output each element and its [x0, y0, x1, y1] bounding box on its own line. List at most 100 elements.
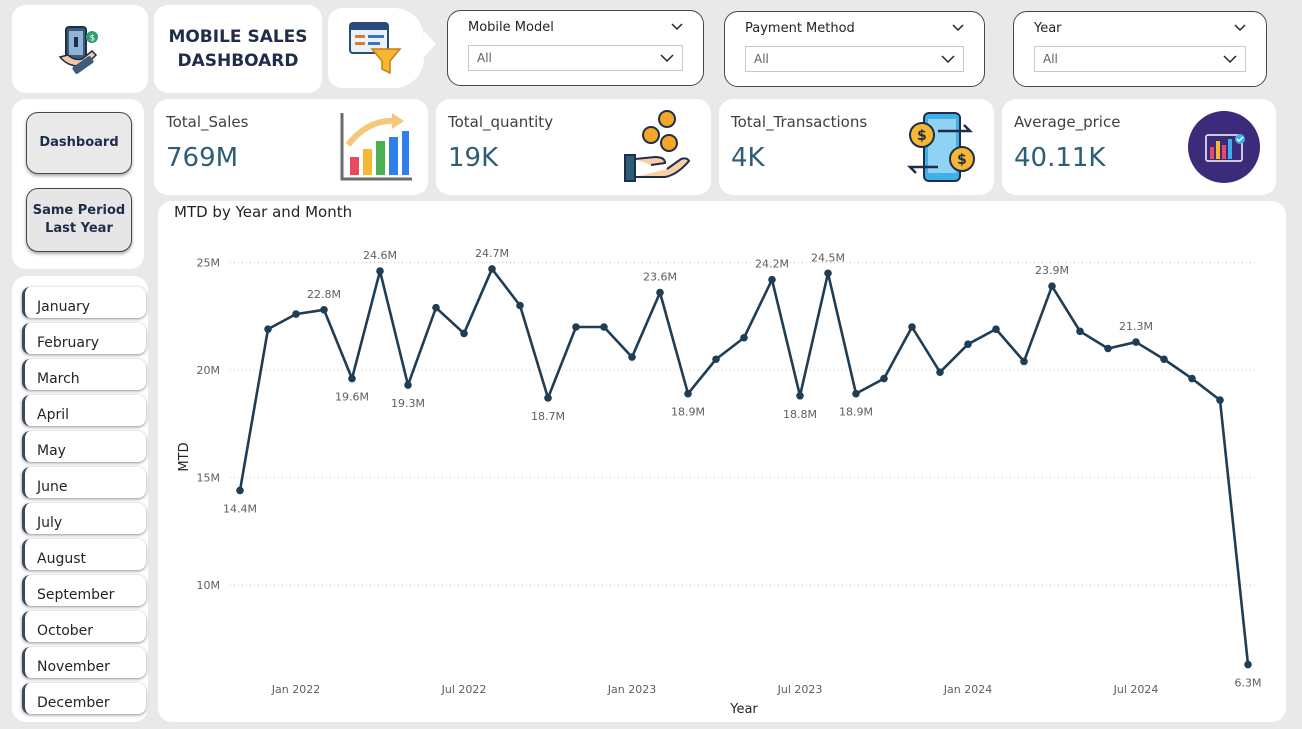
month-button-august[interactable]: August — [22, 539, 146, 570]
x-tick-label: Jul 2022 — [441, 683, 487, 696]
data-point — [264, 325, 272, 333]
mobile-model-slicer[interactable]: Mobile Model All — [447, 10, 704, 86]
svg-text:$: $ — [957, 152, 967, 168]
month-label: January — [37, 299, 91, 315]
data-point — [1216, 396, 1224, 404]
mtd-line-chart: 10M 15M 20M 25M Jan 2022 Jul 2022 Jan 2023 Jul … — [177, 247, 1261, 717]
month-button-november[interactable]: November — [22, 647, 146, 678]
data-label: 18.8M — [783, 408, 817, 421]
y-axis-title: MTD — [177, 442, 192, 471]
kpi-value: 19K — [448, 143, 499, 173]
filter-arrow-decor — [424, 31, 436, 57]
month-label: December — [37, 695, 110, 711]
month-label: September — [37, 587, 115, 603]
month-label: August — [37, 551, 86, 567]
chevron-down-icon[interactable] — [1223, 54, 1237, 64]
month-button-july[interactable]: July — [22, 503, 146, 534]
data-point — [1132, 338, 1140, 346]
month-label: February — [37, 335, 100, 351]
data-point — [292, 310, 300, 318]
data-point — [544, 394, 552, 402]
data-point — [1244, 660, 1252, 669]
data-point — [964, 340, 972, 348]
y-tick-label: 25M — [197, 257, 221, 270]
data-label: 18.9M — [839, 406, 873, 419]
data-point — [908, 323, 916, 331]
x-tick-label: Jul 2024 — [1113, 683, 1159, 696]
kpi-value: 769M — [166, 143, 239, 173]
data-label: 22.8M — [307, 288, 341, 301]
kpi-card-total-transactions: Total_Transactions 4K $ $ — [719, 99, 994, 195]
y-tick-label: 10M — [197, 579, 221, 592]
year-dropdown[interactable]: All — [1034, 46, 1246, 72]
payment-method-slicer[interactable]: Payment Method All — [724, 11, 985, 87]
month-button-september[interactable]: September — [22, 575, 146, 606]
data-point — [824, 269, 832, 278]
chevron-down-icon[interactable] — [941, 54, 955, 64]
x-axis-title: Year — [729, 702, 758, 717]
chevron-down-icon[interactable] — [1234, 24, 1246, 32]
data-point — [432, 303, 440, 312]
kpi-card-average-price: Average_price 40.11K — [1002, 99, 1276, 195]
month-label: May — [37, 443, 66, 459]
chevron-down-icon[interactable] — [671, 23, 683, 31]
chevron-down-icon[interactable] — [660, 53, 674, 63]
year-slicer[interactable]: Year All — [1013, 11, 1267, 87]
y-tick-label: 15M — [197, 472, 221, 485]
kpi-label: Total_Transactions — [731, 113, 868, 131]
same-period-line-2: Last Year — [45, 221, 113, 236]
dashboard-title: MOBILE SALES DASHBOARD — [168, 25, 307, 73]
data-label: 23.9M — [1035, 264, 1069, 277]
series-line — [238, 267, 1250, 665]
data-point — [1048, 282, 1056, 290]
month-label: March — [37, 371, 80, 387]
mobile-model-dropdown[interactable]: All — [468, 45, 683, 71]
data-label: 18.7M — [531, 410, 565, 423]
month-button-may[interactable]: May — [22, 431, 146, 462]
month-button-february[interactable]: February — [22, 323, 146, 354]
filter-funnel-icon — [349, 22, 402, 75]
dashboard-button[interactable]: Dashboard — [26, 112, 132, 174]
data-point — [880, 374, 888, 383]
data-label: 21.3M — [1119, 320, 1153, 333]
x-tick-label: Jan 2023 — [607, 683, 656, 696]
month-button-april[interactable]: April — [22, 395, 146, 426]
nav-panel: Dashboard Same Period Last Year — [12, 99, 144, 269]
month-button-march[interactable]: March — [22, 359, 146, 390]
payment-method-dropdown[interactable]: All — [745, 46, 964, 72]
svg-text:$: $ — [90, 34, 96, 44]
data-point — [376, 267, 384, 275]
data-point — [600, 323, 608, 331]
data-point — [628, 353, 636, 361]
month-button-december[interactable]: December — [22, 683, 146, 714]
year-value: All — [1043, 52, 1058, 66]
month-button-june[interactable]: June — [22, 467, 146, 498]
data-point — [712, 355, 720, 364]
month-button-january[interactable]: January — [22, 287, 146, 318]
payment-method-value: All — [754, 52, 769, 66]
title-line-2: DASHBOARD — [177, 51, 299, 71]
month-button-october[interactable]: October — [22, 611, 146, 642]
month-label: April — [37, 407, 69, 423]
data-point — [348, 374, 356, 383]
mtd-line-chart-card: MTD by Year and Month 10M 15M 20M 25M Jan 20… — [158, 201, 1286, 722]
dashboard-button-label: Dashboard — [39, 135, 119, 150]
data-point — [1076, 327, 1084, 336]
data-point — [1104, 344, 1112, 353]
kpi-label: Total_quantity — [448, 113, 554, 131]
month-label: June — [37, 479, 68, 495]
mobile-payment-icon: $ — [58, 26, 98, 74]
data-point — [740, 333, 748, 342]
same-period-last-year-button[interactable]: Same Period Last Year — [26, 188, 132, 252]
kpi-card-total-quantity: Total_quantity 19K — [436, 99, 711, 195]
mobile-model-value: All — [477, 51, 492, 65]
data-point — [488, 265, 496, 273]
month-label: November — [37, 659, 110, 675]
chevron-down-icon[interactable] — [952, 24, 964, 32]
data-point — [1188, 374, 1196, 383]
data-label: 19.3M — [391, 397, 425, 410]
analytics-chart-icon — [1188, 111, 1260, 183]
data-point — [1020, 357, 1028, 366]
kpi-value: 40.11K — [1014, 143, 1106, 173]
coins-hand-icon — [624, 110, 691, 182]
